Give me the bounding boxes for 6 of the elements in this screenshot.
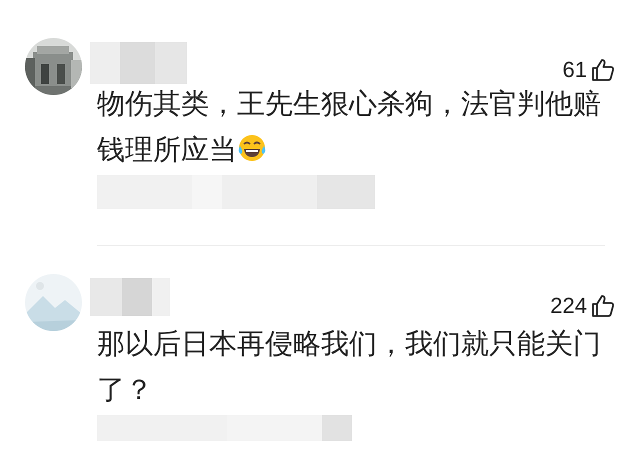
like-count: 224 xyxy=(550,295,587,317)
comment-text: 物伤其类，王先生狠心杀狗，法官判他赔钱理所应当 xyxy=(97,87,602,167)
comment-text: 那以后日本再侵略我们，我们就只能关门了？ xyxy=(97,327,602,407)
like-count: 61 xyxy=(562,59,587,81)
thumbs-up-icon[interactable] xyxy=(591,294,615,318)
thumbs-up-icon[interactable] xyxy=(591,58,615,82)
